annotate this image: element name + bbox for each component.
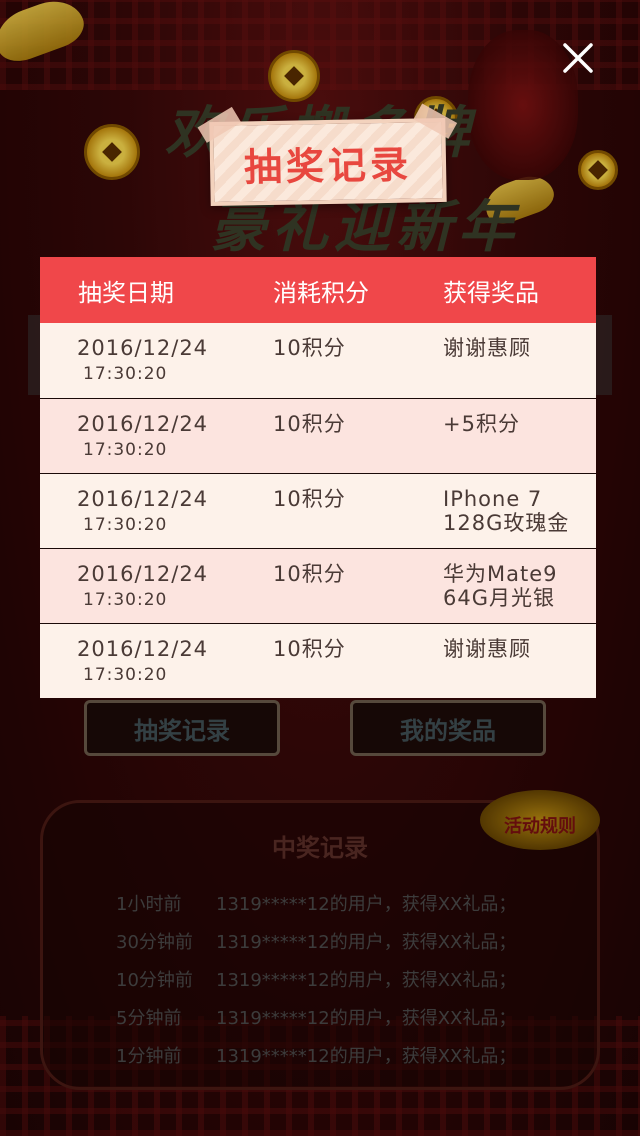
prize-line2: 64G月光银: [443, 585, 555, 610]
close-icon: [563, 43, 593, 73]
table-row: 2016/12/24 17:30:20 10积分 IPhone 7 128G玫瑰…: [40, 472, 596, 548]
record-date: 2016/12/24: [77, 411, 209, 436]
prize-cell: 华为Mate9 64G月光银: [443, 547, 596, 623]
date-cell: 2016/12/24 17:30:20: [40, 547, 273, 623]
prize-cell: 谢谢惠顾: [443, 323, 596, 398]
close-button[interactable]: [560, 40, 596, 76]
date-cell: 2016/12/24 17:30:20: [40, 622, 273, 698]
prize-line1: 谢谢惠顾: [443, 636, 531, 661]
records-table: 抽奖日期 消耗积分 获得奖品 2016/12/24 17:30:20 10积分 …: [40, 257, 596, 698]
points-cell: 10积分: [273, 622, 443, 698]
points-cell: 10积分: [273, 472, 443, 548]
points-cell: 10积分: [273, 336, 346, 360]
prize-line1: IPhone 7: [443, 486, 543, 511]
table-row: 2016/12/24 17:30:20 10积分 +5积分: [40, 397, 596, 473]
modal-title-plaque: 抽奖记录: [209, 117, 447, 207]
prize-line2: 128G玫瑰金: [443, 510, 570, 535]
record-time: 17:30:20: [83, 589, 168, 610]
record-date: 2016/12/24: [77, 636, 209, 661]
date-cell: 2016/12/24 17:30:20: [40, 323, 273, 398]
points-cell: 10积分: [273, 547, 443, 623]
column-header-prize: 获得奖品: [443, 278, 539, 307]
record-time: 17:30:20: [83, 364, 168, 384]
prize-line1: 华为Mate9: [443, 561, 558, 586]
date-cell: 2016/12/24 17:30:20: [40, 397, 273, 473]
prize-line1: 谢谢惠顾: [443, 336, 531, 360]
table-header-row: 抽奖日期 消耗积分 获得奖品: [40, 257, 596, 323]
prize-line1: +5积分: [443, 411, 520, 436]
modal-title: 抽奖记录: [243, 142, 413, 189]
column-header-points: 消耗积分: [273, 278, 369, 307]
prize-cell: +5积分: [443, 397, 596, 473]
date-cell: 2016/12/24 17:30:20: [40, 472, 273, 548]
record-date: 2016/12/24: [77, 336, 209, 360]
column-header-date: 抽奖日期: [78, 278, 174, 307]
table-row: 2016/12/24 17:30:20 10积分 谢谢惠顾: [40, 622, 596, 698]
record-date: 2016/12/24: [77, 486, 209, 511]
table-row: 2016/12/24 17:30:20 10积分 华为Mate9 64G月光银: [40, 547, 596, 623]
prize-cell: 谢谢惠顾: [443, 622, 596, 698]
record-date: 2016/12/24: [77, 561, 209, 586]
record-time: 17:30:20: [83, 664, 168, 685]
table-row: 2016/12/24 17:30:20 10积分 谢谢惠顾: [40, 323, 596, 398]
record-time: 17:30:20: [83, 514, 168, 535]
prize-cell: IPhone 7 128G玫瑰金: [443, 472, 596, 548]
points-cell: 10积分: [273, 397, 443, 473]
record-time: 17:30:20: [83, 439, 168, 460]
